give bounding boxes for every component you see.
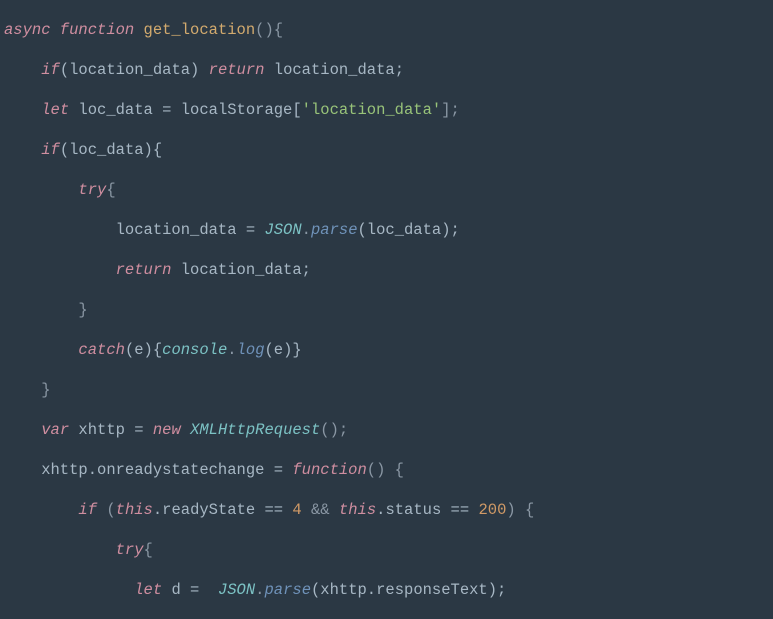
code-line: return location_data; (4, 260, 769, 280)
code-line: } (4, 380, 769, 400)
code-line: location_data = JSON.parse(loc_data); (4, 220, 769, 240)
code-line: if (this.readyState == 4 && this.status … (4, 500, 769, 520)
code-line: var xhttp = new XMLHttpRequest(); (4, 420, 769, 440)
code-editor[interactable]: async function get_location(){ if(locati… (0, 0, 773, 619)
code-line: if(location_data) return location_data; (4, 60, 769, 80)
code-line: catch(e){console.log(e)} (4, 340, 769, 360)
code-line: let loc_data = localStorage['location_da… (4, 100, 769, 120)
code-line: async function get_location(){ (4, 20, 769, 40)
code-line: } (4, 300, 769, 320)
code-line: try{ (4, 540, 769, 560)
code-line: let d = JSON.parse(xhttp.responseText); (4, 580, 769, 600)
code-line: if(loc_data){ (4, 140, 769, 160)
code-line: try{ (4, 180, 769, 200)
code-line: xhttp.onreadystatechange = function() { (4, 460, 769, 480)
